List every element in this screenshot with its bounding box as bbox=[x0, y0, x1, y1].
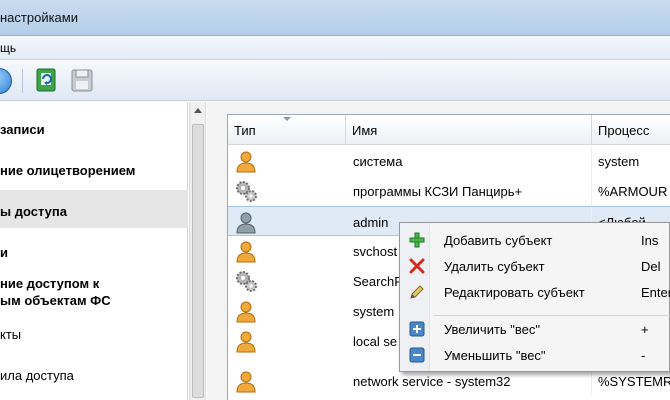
column-header-type-label: Тип bbox=[234, 123, 256, 138]
menu-item-add-subject[interactable]: Добавить субъект Ins bbox=[400, 227, 670, 253]
title-bar: настройками bbox=[0, 0, 670, 36]
grid-header: Тип Имя Процесс bbox=[228, 115, 670, 145]
user-icon bbox=[234, 239, 258, 263]
row-name: программы КСЗИ Панцирь+ bbox=[353, 184, 523, 199]
menu-help[interactable]: щь bbox=[0, 41, 16, 55]
window-title: настройками bbox=[0, 10, 78, 25]
nav-item-fs-objects[interactable]: ым объектам ФС bbox=[0, 292, 111, 309]
menu-item-shortcut: - bbox=[641, 348, 646, 363]
menu-item-label: Редактировать субъект bbox=[444, 285, 585, 300]
nav-item-objects[interactable]: кты bbox=[0, 326, 21, 343]
delete-x-icon bbox=[409, 258, 425, 274]
nav-item-records[interactable]: записи bbox=[0, 121, 45, 138]
sort-indicator-icon bbox=[283, 117, 291, 121]
row-name: local se bbox=[353, 334, 398, 349]
edit-pencil-icon bbox=[409, 284, 425, 300]
menu-item-delete-subject[interactable]: Удалить субъект Del bbox=[400, 253, 670, 279]
menu-item-shortcut: Enter bbox=[641, 285, 670, 300]
gears-icon bbox=[234, 269, 258, 293]
row-name: network service - system32 bbox=[353, 374, 511, 389]
menu-item-shortcut: Del bbox=[641, 259, 661, 274]
menu-item-label: Добавить субъект bbox=[444, 233, 553, 248]
menu-item-shortcut: + bbox=[641, 322, 649, 337]
gears-icon bbox=[234, 179, 258, 203]
nav-item-access-subjects[interactable]: ы доступа bbox=[0, 203, 67, 220]
navigation-pane: записи ние олицетворением ы доступа и ни… bbox=[0, 102, 188, 400]
menu-item-label: Увеличить "вес" bbox=[444, 322, 541, 337]
nav-item-impersonation[interactable]: ние олицетворением bbox=[0, 162, 135, 179]
user-icon bbox=[234, 329, 258, 353]
row-name: SearchP bbox=[353, 274, 403, 289]
menu-item-label: Уменьшить "вес" bbox=[444, 348, 546, 363]
menu-item-label: Удалить субъект bbox=[444, 259, 545, 274]
row-process: %SYSTEMR bbox=[598, 374, 670, 389]
column-header-process-label: Процесс bbox=[598, 123, 650, 138]
nav-scrollbar[interactable] bbox=[189, 102, 206, 400]
plus-green-icon bbox=[409, 232, 425, 248]
column-divider bbox=[591, 146, 592, 176]
column-header-process[interactable]: Процесс bbox=[592, 115, 670, 145]
table-row[interactable]: программы КСЗИ Панцирь+ %ARMOUR bbox=[228, 176, 670, 206]
increase-weight-icon bbox=[409, 321, 425, 337]
menu-item-decrease-weight[interactable]: Уменьшить "вес" - bbox=[400, 342, 670, 368]
table-row[interactable]: система system bbox=[228, 146, 670, 176]
toolbar bbox=[0, 61, 670, 101]
refresh-policy-icon[interactable] bbox=[33, 67, 61, 95]
user-icon bbox=[234, 149, 258, 173]
row-name: system bbox=[353, 304, 395, 319]
menu-item-increase-weight[interactable]: Увеличить "вес" + bbox=[400, 316, 670, 342]
scroll-thumb[interactable] bbox=[192, 124, 204, 398]
user-icon bbox=[234, 299, 258, 323]
column-header-name[interactable]: Имя bbox=[346, 115, 592, 145]
row-process: %ARMOUR bbox=[598, 184, 668, 199]
column-header-name-label: Имя bbox=[352, 123, 378, 138]
toolbar-separator bbox=[22, 69, 23, 93]
user-icon bbox=[234, 369, 258, 393]
menu-item-shortcut: Ins bbox=[641, 233, 659, 248]
nav-item-i[interactable]: и bbox=[0, 244, 8, 261]
menu-item-edit-subject[interactable]: Редактировать субъект Enter bbox=[400, 279, 670, 305]
row-process: system bbox=[598, 154, 640, 169]
floppy-save-icon[interactable] bbox=[68, 67, 96, 95]
decrease-weight-icon bbox=[409, 347, 425, 363]
user-gray-icon bbox=[234, 210, 258, 234]
menu-bar: щь bbox=[0, 36, 670, 60]
context-menu: Добавить субъект Ins Удалить субъект Del… bbox=[399, 222, 670, 372]
nav-item-access-control[interactable]: ние доступом к bbox=[0, 275, 99, 292]
row-name: svchost bbox=[353, 244, 398, 259]
row-name: admin bbox=[353, 215, 389, 230]
column-header-type[interactable]: Тип bbox=[228, 115, 346, 145]
row-name: система bbox=[353, 154, 403, 169]
back-icon[interactable] bbox=[0, 68, 12, 94]
nav-item-access-rules[interactable]: ила доступа bbox=[0, 367, 74, 384]
column-divider bbox=[591, 176, 592, 206]
scroll-up-icon[interactable] bbox=[194, 108, 202, 113]
